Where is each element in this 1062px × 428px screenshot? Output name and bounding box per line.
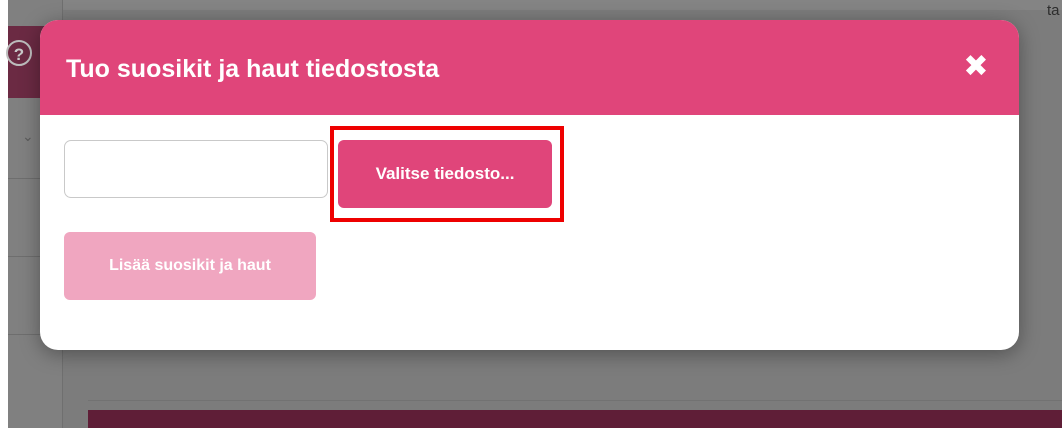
file-name-field[interactable] [64,140,328,198]
import-dialog: Tuo suosikit ja haut tiedostosta ✖ Valit… [40,20,1019,350]
background-bottom-bar [88,410,1062,428]
chevron-down-icon: ⌄ [22,128,34,144]
background-corner-text: ta [1047,2,1060,19]
background-sidebar-edge [0,0,8,428]
dialog-header: Tuo suosikit ja haut tiedostosta ✖ [40,20,1019,115]
background-divider [88,400,1062,401]
add-favorites-button[interactable]: Lisää suosikit ja haut [64,232,316,300]
background-top-bar [0,0,1062,10]
close-icon[interactable]: ✖ [961,50,991,84]
choose-file-button[interactable]: Valitse tiedosto... [338,140,552,208]
dialog-title: Tuo suosikit ja haut tiedostosta [66,55,440,83]
help-icon: ? [6,40,32,66]
